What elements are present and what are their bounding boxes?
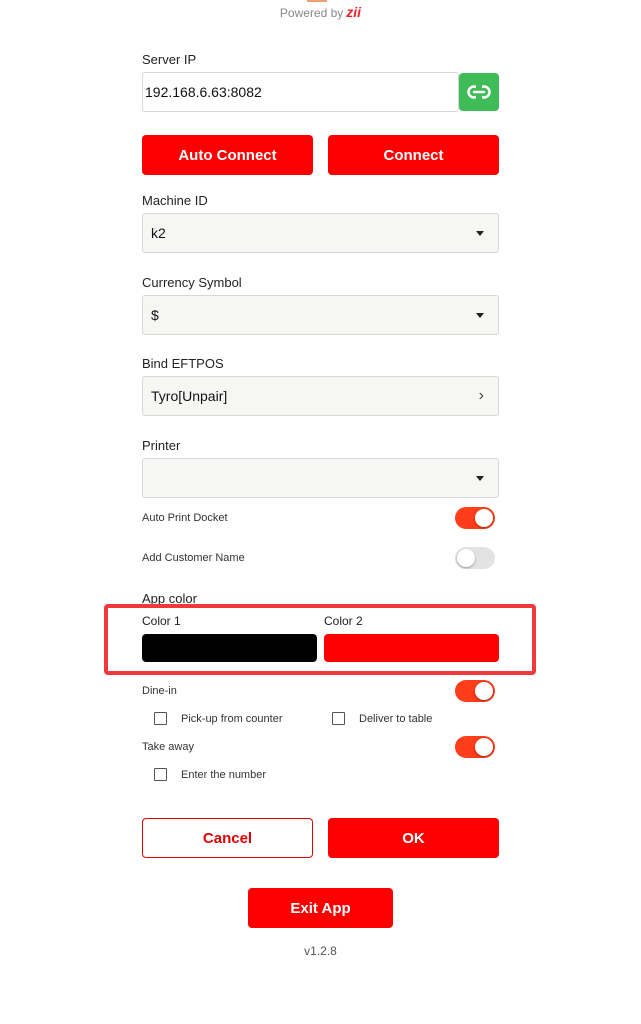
powered-by-text: Powered by <box>279 6 344 20</box>
pickup-from-counter-label: Pick-up from counter <box>181 713 283 725</box>
take-away-label: Take away <box>142 741 194 753</box>
enter-the-number-checkbox[interactable] <box>154 768 167 781</box>
brand-logo: zii <box>346 4 362 20</box>
bind-eftpos-value: Tyro[Unpair] <box>151 388 228 404</box>
add-customer-name-toggle[interactable] <box>455 547 495 569</box>
toggle-knob <box>457 549 475 567</box>
link-button[interactable] <box>459 73 499 111</box>
toggle-knob <box>475 682 493 700</box>
machine-id-label: Machine ID <box>142 193 208 208</box>
printer-label: Printer <box>142 438 181 453</box>
connect-button[interactable]: Connect <box>328 135 499 175</box>
add-customer-name-label: Add Customer Name <box>142 552 245 564</box>
deliver-to-table-checkbox[interactable] <box>332 712 345 725</box>
header-accent-line <box>307 0 327 2</box>
link-icon <box>467 85 491 99</box>
dropdown-caret-icon <box>476 312 484 318</box>
server-ip-input[interactable]: 192.168.6.63:8082 <box>142 72 459 112</box>
bind-eftpos-label: Bind EFTPOS <box>142 356 224 371</box>
app-color-highlight-box <box>104 604 536 675</box>
currency-symbol-label: Currency Symbol <box>142 275 242 290</box>
server-ip-value: 192.168.6.63:8082 <box>145 84 262 100</box>
ok-button[interactable]: OK <box>328 818 499 858</box>
deliver-to-table-label: Deliver to table <box>359 713 433 725</box>
powered-by-branding: Powered by zii <box>0 4 641 20</box>
dine-in-toggle[interactable] <box>455 680 495 702</box>
dropdown-caret-icon <box>476 230 484 236</box>
currency-symbol-select[interactable]: $ <box>142 295 499 335</box>
take-away-toggle[interactable] <box>455 736 495 758</box>
toggle-knob <box>475 738 493 756</box>
server-ip-label: Server IP <box>142 52 197 67</box>
auto-print-docket-label: Auto Print Docket <box>142 512 228 524</box>
currency-symbol-value: $ <box>151 307 159 323</box>
chevron-right-icon: › <box>478 387 484 404</box>
auto-print-docket-toggle[interactable] <box>455 507 495 529</box>
pickup-from-counter-checkbox[interactable] <box>154 712 167 725</box>
app-version: v1.2.8 <box>304 944 337 958</box>
enter-the-number-label: Enter the number <box>181 769 266 781</box>
toggle-knob <box>475 509 493 527</box>
dine-in-label: Dine-in <box>142 685 177 697</box>
cancel-button[interactable]: Cancel <box>142 818 313 858</box>
machine-id-value: k2 <box>151 225 166 241</box>
printer-select[interactable] <box>142 458 499 498</box>
machine-id-select[interactable]: k2 <box>142 213 499 253</box>
exit-app-button[interactable]: Exit App <box>248 888 393 928</box>
auto-connect-button[interactable]: Auto Connect <box>142 135 313 175</box>
dropdown-caret-icon <box>476 475 484 481</box>
bind-eftpos-field[interactable]: Tyro[Unpair] › <box>142 376 499 416</box>
